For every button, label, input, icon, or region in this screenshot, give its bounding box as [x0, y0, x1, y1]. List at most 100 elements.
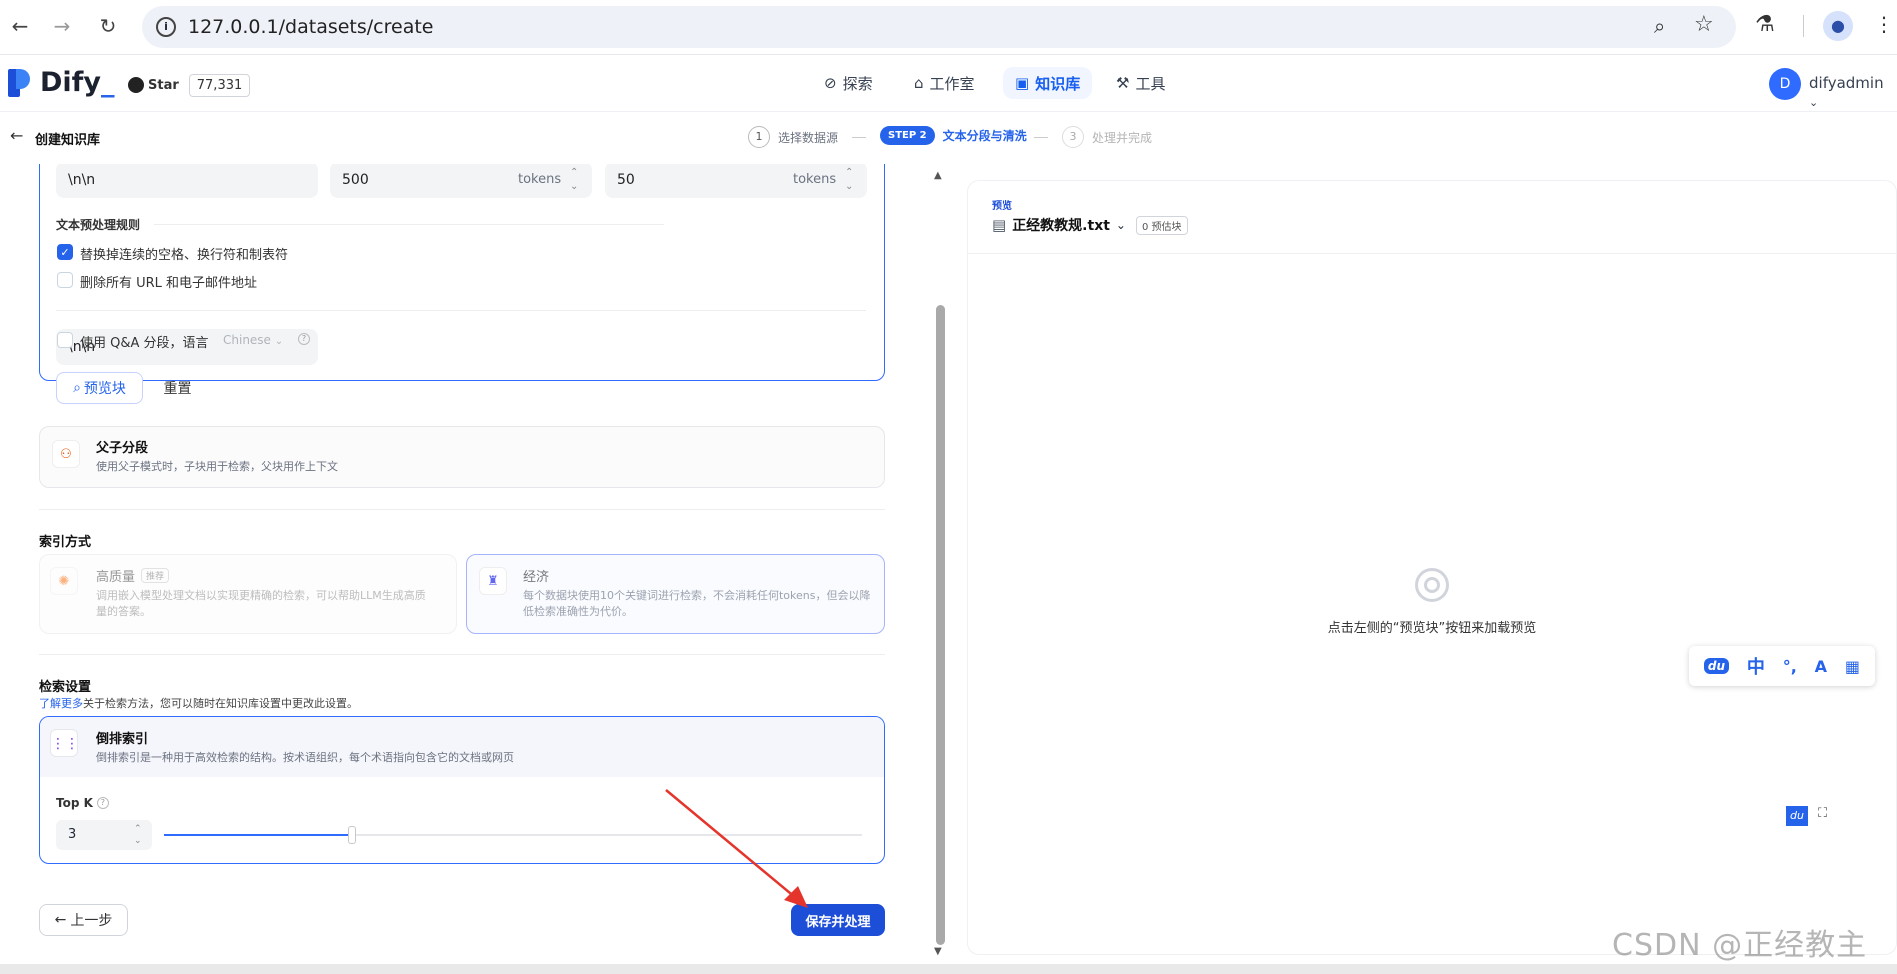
overlap-input[interactable]: 50 tokens ⌃ ⌄	[605, 164, 867, 198]
prev-step-button[interactable]: ← 上一步	[39, 904, 128, 936]
step-2-label: 文本分段与清洗	[942, 129, 1027, 143]
zoom-icon[interactable]: ⌕	[1654, 14, 1665, 38]
piggy-bank-icon: ♜	[479, 567, 507, 595]
qa-label: 使用 Q&A 分段，语言	[80, 336, 209, 351]
delete-url-label: 删除所有 URL 和电子邮件地址	[80, 276, 258, 291]
reload-icon[interactable]: ↻	[96, 14, 120, 38]
index-section-title: 索引方式	[39, 535, 92, 550]
topk-slider-fill	[164, 834, 353, 836]
watermark: CSDN @正经教主	[1612, 928, 1868, 963]
qa-language-value: Chinese	[223, 333, 271, 347]
overlap-value: 50	[617, 172, 635, 188]
nav-knowledge[interactable]: ▣ 知识库	[1003, 67, 1093, 99]
step-connector	[852, 137, 866, 138]
help-icon[interactable]: ?	[96, 797, 109, 809]
qa-language-select[interactable]: Chinese ⌄	[215, 329, 293, 351]
segment-settings-panel: \n\n \n\n 500 tokens ⌃ ⌄ 50 tokens ⌃ ⌄ 文本预…	[0, 164, 920, 974]
preview-file-row[interactable]: ▤ 正经教教规.txt ⌄ 0 预估块	[992, 215, 1188, 235]
address-bar[interactable]: i 127.0.0.1/datasets/create ⌕ ☆	[142, 6, 1736, 48]
stepper-icon[interactable]: ⌃ ⌄	[134, 820, 142, 847]
qa-checkbox[interactable]	[57, 332, 73, 348]
nav-tools[interactable]: ⚒ 工具	[1104, 67, 1177, 99]
nav-explore[interactable]: ⊘ 探索	[812, 67, 885, 99]
ime-menu-icon[interactable]: ▦	[1845, 657, 1860, 676]
topk-slider-thumb[interactable]	[348, 826, 357, 844]
divider	[39, 509, 885, 510]
compass-icon: ⊘	[824, 74, 837, 92]
document-icon: ▤	[992, 216, 1007, 234]
inverted-index-title: 倒排索引	[96, 732, 149, 747]
economy-option[interactable]: ♜ 经济 每个数据块使用10个关键词进行检索，不会消耗任何tokens，但会以降…	[466, 554, 885, 634]
parent-child-icon: ⚇	[52, 440, 80, 468]
reset-button[interactable]: 重置	[155, 372, 200, 404]
browser-menu-icon[interactable]: ⋮	[1874, 12, 1894, 36]
ime-chinese-toggle[interactable]: 中	[1747, 653, 1765, 679]
ime-logo-icon[interactable]: du	[1703, 658, 1730, 674]
ime-mini-logo-icon[interactable]: du	[1786, 806, 1808, 826]
forward-arrow-icon[interactable]: →	[50, 14, 74, 38]
high-quality-desc: 调用嵌入模型处理文档以实现更精确的检索，可以帮助LLM生成高质量的答案。	[96, 589, 426, 618]
nav-tools-label: 工具	[1135, 74, 1166, 93]
high-quality-option[interactable]: ✺ 高质量 推荐 调用嵌入模型处理文档以实现更精确的检索，可以帮助LLM生成高质…	[39, 554, 457, 634]
divider	[154, 224, 664, 225]
scroll-up-icon[interactable]: ▲	[934, 170, 942, 181]
github-star-widget[interactable]: Star 77,331	[128, 72, 251, 98]
retrieval-section-title: 检索设置	[39, 680, 92, 695]
username[interactable]: difyadmin ⌄	[1809, 74, 1897, 110]
max-length-value: 500	[342, 172, 369, 188]
preview-filename: 正经教教规.txt	[1012, 218, 1110, 234]
page-title: 创建知识库	[35, 133, 101, 148]
stepper-icon[interactable]: ⌃ ⌄	[570, 164, 578, 194]
back-arrow-icon[interactable]: ←	[8, 14, 32, 38]
separator-input[interactable]: \n\n	[56, 164, 318, 198]
hammer-icon: ⚒	[1116, 74, 1130, 92]
scroll-down-icon[interactable]: ▼	[934, 946, 942, 957]
divider	[39, 654, 885, 655]
ime-expand-icon[interactable]: ⛶	[1818, 806, 1827, 821]
step-connector	[1034, 137, 1048, 138]
step-3-number: 3	[1062, 126, 1084, 148]
scrollbar-thumb[interactable]	[936, 305, 945, 945]
replace-spaces-checkbox[interactable]: ✓	[57, 244, 73, 260]
step-3: 3 处理并完成	[1062, 126, 1152, 148]
stepper-icon[interactable]: ⌃ ⌄	[845, 164, 853, 194]
app-header: Dify_ Star 77,331 ⊘ 探索 ⌂ 工作室 ▣ 知识库 ⚒ 工具 D di…	[0, 55, 1897, 112]
toolbar-divider	[1803, 15, 1804, 37]
site-info-icon[interactable]: i	[156, 17, 176, 37]
high-quality-title-row: 高质量 推荐	[96, 566, 170, 585]
preview-panel: 预览 ▤ 正经教教规.txt ⌄ 0 预估块 点击左侧的“预览块”按钮来加载预览…	[967, 180, 1897, 955]
nav-explore-label: 探索	[842, 74, 873, 93]
replace-spaces-label: 替换掉连续的空格、换行符和制表符	[80, 248, 289, 263]
retrieval-note: 了解更多关于检索方法，您可以随时在知识库设置中更改此设置。	[39, 695, 358, 711]
preview-chunks-button[interactable]: ⌕ 预览块	[56, 372, 143, 404]
ime-skin-icon[interactable]: A	[1815, 657, 1827, 676]
back-arrow-icon[interactable]: ←	[10, 126, 23, 145]
profile-icon[interactable]: ●	[1823, 11, 1853, 41]
annotation-arrow	[665, 789, 808, 908]
topk-label-row: Top K ?	[56, 796, 109, 810]
dify-logo-icon[interactable]	[8, 69, 30, 97]
divider	[968, 253, 1896, 254]
github-icon	[128, 77, 144, 93]
chevron-down-icon: ⌄	[1115, 218, 1126, 232]
topk-value: 3	[68, 827, 77, 842]
book-icon: ▣	[1015, 74, 1030, 92]
delete-url-checkbox[interactable]	[57, 272, 73, 288]
help-icon[interactable]: ?	[298, 333, 310, 345]
nav-studio[interactable]: ⌂ 工作室	[902, 67, 987, 99]
avatar[interactable]: D	[1769, 68, 1801, 100]
preview-empty-hint: 点击左侧的“预览块”按钮来加载预览	[1327, 621, 1537, 636]
max-length-input[interactable]: 500 tokens ⌃ ⌄	[330, 164, 592, 198]
dify-logo-text[interactable]: Dify_	[40, 67, 115, 98]
ime-punctuation-toggle[interactable]: °,	[1783, 657, 1797, 676]
robot-icon: ⌂	[914, 74, 924, 92]
topk-input[interactable]: 3 ⌃ ⌄	[56, 820, 152, 850]
parent-child-card[interactable]: ⚇ 父子分段 使用父子模式时，子块用于检索，父块用作上下文	[39, 426, 885, 488]
chevron-down-icon: ⌄	[1809, 96, 1819, 109]
ime-toolbar[interactable]: du 中 °, A ▦	[1689, 646, 1875, 686]
step-1-number: 1	[748, 126, 770, 148]
high-quality-title: 高质量	[96, 570, 136, 585]
learn-more-link[interactable]: 了解更多	[39, 697, 83, 710]
labs-flask-icon[interactable]: ⚗	[1755, 12, 1775, 37]
bookmark-star-icon[interactable]: ☆	[1694, 12, 1714, 37]
